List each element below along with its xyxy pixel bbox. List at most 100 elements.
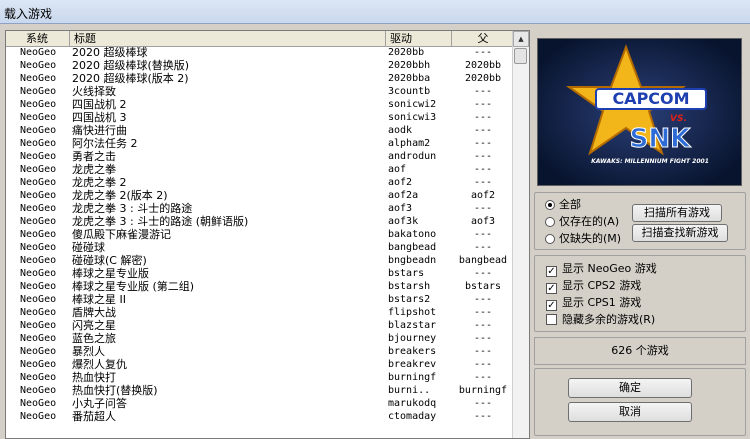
checkbox-show-cps1[interactable]: ✓ 显示 CPS1 游戏 bbox=[546, 296, 641, 311]
column-header-title[interactable]: 标题 bbox=[70, 31, 386, 46]
cell-title: 2020 超级棒球(版本 2) bbox=[72, 72, 189, 85]
checkbox-hide-clones[interactable]: 隐藏多余的游戏(R) bbox=[546, 313, 655, 327]
window-title: 载入游戏 bbox=[4, 7, 53, 21]
column-header-system[interactable]: 系统 bbox=[6, 31, 70, 46]
table-row[interactable]: NeoGeo 四国战机 3 sonicwi3 --- bbox=[6, 111, 515, 124]
table-row[interactable]: NeoGeo 勇者之击 androdun --- bbox=[6, 150, 515, 163]
cell-parent: --- bbox=[473, 268, 493, 279]
cell-title: 四国战机 2 bbox=[72, 98, 127, 111]
cell-parent: bstars bbox=[464, 281, 502, 292]
cell-parent: --- bbox=[473, 294, 493, 305]
table-row[interactable]: NeoGeo 棒球之星 II bstars2 --- bbox=[6, 293, 515, 306]
cell-parent: --- bbox=[473, 177, 493, 188]
cell-title: 小丸子问答 bbox=[72, 397, 127, 410]
checkbox-show-cps2[interactable]: ✓ 显示 CPS2 游戏 bbox=[546, 279, 642, 294]
table-row[interactable]: NeoGeo 阿尔法任务 2 alpham2 --- bbox=[6, 137, 515, 150]
table-row[interactable]: NeoGeo 龙虎之拳 2(版本 2) aof2a aof2 bbox=[6, 189, 515, 202]
checkbox-empty-icon bbox=[546, 314, 557, 325]
cell-title: 勇者之击 bbox=[72, 150, 116, 163]
table-row[interactable]: NeoGeo 碰碰球 bangbead --- bbox=[6, 241, 515, 254]
cell-driver: 3countb bbox=[388, 86, 431, 97]
table-row[interactable]: NeoGeo 盾牌大战 flipshot --- bbox=[6, 306, 515, 319]
list-scrollbar[interactable]: ▲ bbox=[512, 31, 529, 438]
table-row[interactable]: NeoGeo 蓝色之旅 bjourney --- bbox=[6, 332, 515, 345]
table-row[interactable]: NeoGeo 小丸子问答 marukodq --- bbox=[6, 397, 515, 410]
scan-all-button[interactable]: 扫描所有游戏 bbox=[632, 204, 722, 222]
checkbox-show-neogeo-label: 显示 NeoGeo 游戏 bbox=[562, 262, 657, 275]
table-row[interactable]: NeoGeo 龙虎之拳 3 : 斗士的路途 (朝鲜语版) aof3k aof3 bbox=[6, 215, 515, 228]
cell-title: 爆烈人复仇 bbox=[72, 358, 127, 371]
cell-title: 傻瓜殿下麻雀漫游记 bbox=[72, 228, 171, 241]
cell-parent: --- bbox=[473, 359, 493, 370]
cell-parent: --- bbox=[473, 346, 493, 357]
cell-driver: aof2a bbox=[388, 190, 419, 201]
cell-parent: burningf bbox=[458, 385, 508, 396]
table-row[interactable]: NeoGeo 暴烈人 breakers --- bbox=[6, 345, 515, 358]
cell-parent: --- bbox=[473, 411, 493, 422]
table-row[interactable]: NeoGeo 热血快打 burningf --- bbox=[6, 371, 515, 384]
column-header-parent[interactable]: 父 bbox=[452, 31, 515, 46]
cell-system: NeoGeo bbox=[20, 216, 57, 227]
table-row[interactable]: NeoGeo 傻瓜殿下麻雀漫游记 bakatono --- bbox=[6, 228, 515, 241]
radio-missing[interactable]: 仅缺失的(M) bbox=[545, 232, 621, 246]
cell-title: 2020 超级棒球 bbox=[72, 46, 148, 59]
column-header-driver[interactable]: 驱动 bbox=[386, 31, 452, 46]
table-row[interactable]: NeoGeo 龙虎之拳 aof --- bbox=[6, 163, 515, 176]
cell-system: NeoGeo bbox=[20, 281, 57, 292]
cell-title: 2020 超级棒球(替换版) bbox=[72, 59, 190, 72]
cell-parent: --- bbox=[473, 398, 493, 409]
cell-title: 热血快打 bbox=[72, 371, 116, 384]
cell-parent: aof3 bbox=[470, 216, 496, 227]
cell-driver: aof2 bbox=[388, 177, 413, 188]
scan-new-button[interactable]: 扫描查找新游戏 bbox=[632, 224, 728, 242]
radio-all[interactable]: 全部 bbox=[545, 198, 581, 212]
cell-parent: --- bbox=[473, 138, 493, 149]
cell-driver: bangbead bbox=[388, 242, 437, 253]
ok-button[interactable]: 确定 bbox=[568, 378, 692, 398]
table-row[interactable]: NeoGeo 碰碰球(C 解密) bngbeadn bangbead bbox=[6, 254, 515, 267]
table-row[interactable]: NeoGeo 棒球之星专业版 bstars --- bbox=[6, 267, 515, 280]
radio-existing[interactable]: 仅存在的(A) bbox=[545, 215, 619, 229]
cell-driver: breakrev bbox=[388, 359, 437, 370]
checkbox-show-cps2-label: 显示 CPS2 游戏 bbox=[562, 279, 642, 292]
cell-parent: --- bbox=[473, 203, 493, 214]
cell-system: NeoGeo bbox=[20, 177, 57, 188]
display-options-group: ✓ 显示 NeoGeo 游戏 ✓ 显示 CPS2 游戏 ✓ 显示 CPS1 游戏 隐藏… bbox=[534, 255, 746, 332]
cell-parent: --- bbox=[473, 229, 493, 240]
cell-title: 蓝色之旅 bbox=[72, 332, 116, 345]
table-row[interactable]: NeoGeo 2020 超级棒球(替换版) 2020bbh 2020bb bbox=[6, 59, 515, 72]
cell-title: 碰碰球(C 解密) bbox=[72, 254, 147, 267]
cell-driver: flipshot bbox=[388, 307, 437, 318]
table-row[interactable]: NeoGeo 闪亮之星 blazstar --- bbox=[6, 319, 515, 332]
table-row[interactable]: NeoGeo 热血快打(替换版) burni.. burningf bbox=[6, 384, 515, 397]
table-row[interactable]: NeoGeo 爆烈人复仇 breakrev --- bbox=[6, 358, 515, 371]
cell-title: 棒球之星专业版 (第二组) bbox=[72, 280, 195, 293]
table-row[interactable]: NeoGeo 2020 超级棒球 2020bb --- bbox=[6, 46, 515, 59]
table-row[interactable]: NeoGeo 火线择致 3countb --- bbox=[6, 85, 515, 98]
game-list[interactable]: 系统 标题 驱动 父 NeoGeo 2020 超级棒球 2020bb --- NeoGe… bbox=[5, 30, 530, 439]
cell-title: 暴烈人 bbox=[72, 345, 105, 358]
cell-system: NeoGeo bbox=[20, 320, 57, 331]
checkbox-show-neogeo[interactable]: ✓ 显示 NeoGeo 游戏 bbox=[546, 262, 657, 277]
table-row[interactable]: NeoGeo 番茄超人 ctomaday --- bbox=[6, 410, 515, 423]
cell-title: 番茄超人 bbox=[72, 410, 116, 423]
cell-system: NeoGeo bbox=[20, 125, 57, 136]
table-row[interactable]: NeoGeo 龙虎之拳 3 : 斗士的路途 aof3 --- bbox=[6, 202, 515, 215]
cell-system: NeoGeo bbox=[20, 203, 57, 214]
cell-system: NeoGeo bbox=[20, 411, 57, 422]
table-row[interactable]: NeoGeo 痛快进行曲 aodk --- bbox=[6, 124, 515, 137]
checkmark-icon: ✓ bbox=[546, 300, 557, 311]
cell-system: NeoGeo bbox=[20, 359, 57, 370]
cell-driver: ctomaday bbox=[388, 411, 437, 422]
cell-system: NeoGeo bbox=[20, 138, 57, 149]
table-row[interactable]: NeoGeo 龙虎之拳 2 aof2 --- bbox=[6, 176, 515, 189]
cancel-button[interactable]: 取消 bbox=[568, 402, 692, 422]
radio-empty-icon bbox=[545, 234, 555, 244]
table-row[interactable]: NeoGeo 棒球之星专业版 (第二组) bstarsh bstars bbox=[6, 280, 515, 293]
scroll-up-icon[interactable]: ▲ bbox=[513, 31, 529, 47]
scroll-thumb[interactable] bbox=[514, 48, 527, 64]
table-row[interactable]: NeoGeo 四国战机 2 sonicwi2 --- bbox=[6, 98, 515, 111]
cell-parent: --- bbox=[473, 151, 493, 162]
table-row[interactable]: NeoGeo 2020 超级棒球(版本 2) 2020bba 2020bb bbox=[6, 72, 515, 85]
actions-group: 确定 取消 bbox=[534, 368, 746, 436]
